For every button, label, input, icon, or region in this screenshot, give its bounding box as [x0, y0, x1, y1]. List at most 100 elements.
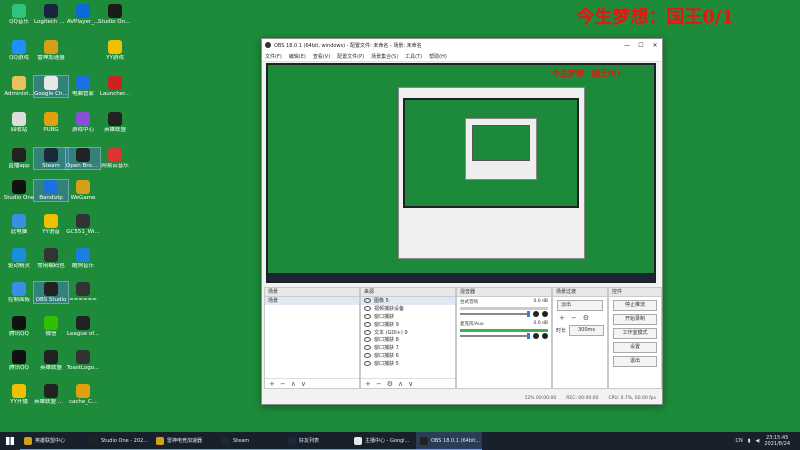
source-item[interactable]: 窗口捕获 8 — [361, 336, 455, 344]
eye-icon[interactable] — [364, 313, 371, 319]
move-down-icon[interactable]: ∨ — [408, 380, 413, 388]
desktop-icon[interactable]: Studio One 5 — [98, 4, 132, 25]
desktop-icon[interactable]: Open Broadcast... — [65, 147, 101, 170]
desktop-icon[interactable]: 游戏中心 — [66, 112, 100, 133]
desktop-icon[interactable]: Administ... — [2, 76, 36, 97]
desktop-icon[interactable]: PUBG — [34, 112, 68, 133]
scene-item[interactable]: 场景 — [265, 297, 359, 305]
desktop-icon[interactable]: 常用编码包 — [34, 248, 68, 269]
desktop-icon[interactable]: 此电脑 — [2, 214, 36, 235]
desktop-icon[interactable]: QQ音乐 — [2, 4, 36, 25]
obs-preview[interactable]: 今生梦想：国王0/1 — [266, 63, 656, 283]
taskbar-item[interactable]: 好友列表 — [284, 432, 350, 450]
eye-icon[interactable] — [364, 360, 371, 366]
transition-select[interactable]: 淡出 — [557, 300, 603, 311]
taskbar-item[interactable]: Steam — [218, 432, 284, 450]
obs-titlebar[interactable]: OBS 18.0.1 (64bit, windows) - 配置文件: 未命名 … — [262, 39, 662, 51]
volume-slider-knob[interactable] — [527, 333, 530, 339]
start-button[interactable] — [0, 432, 20, 450]
desktop-icon[interactable]: WeGame — [66, 180, 100, 201]
clock[interactable]: 23:15:45 2021/8/24 — [764, 435, 790, 447]
maximize-icon[interactable]: ☐ — [634, 42, 648, 49]
speaker-icon[interactable] — [533, 333, 539, 339]
taskbar-item[interactable]: Studio One - 202... — [86, 432, 152, 450]
taskbar-item[interactable]: 主播中心 - Googl... — [350, 432, 416, 450]
gear-icon[interactable]: ⚙ — [583, 314, 589, 322]
eye-icon[interactable] — [364, 329, 371, 335]
source-item[interactable]: 视频捕获设备 — [361, 305, 455, 313]
desktop-icon[interactable]: 腾讯QQ — [2, 316, 36, 337]
desktop-icon[interactable]: Google Chrome — [33, 75, 69, 98]
volume-slider-knob[interactable] — [527, 311, 530, 317]
stop-streaming-button[interactable]: 停止推流 — [613, 300, 657, 311]
taskbar-item[interactable]: 英雄联盟中心 — [20, 432, 86, 450]
desktop-icon[interactable]: Launcher... — [98, 76, 132, 97]
eye-icon[interactable] — [364, 337, 371, 343]
eye-icon[interactable] — [364, 352, 371, 358]
add-icon[interactable]: + — [269, 380, 275, 388]
source-item[interactable]: 窗口捕获 — [361, 313, 455, 321]
duration-input[interactable]: 300ms — [569, 325, 604, 336]
source-item[interactable]: 窗口捕获 6 — [361, 352, 455, 360]
source-item[interactable]: 窗口捕获 5 — [361, 359, 455, 367]
studio-mode-button[interactable]: 工作室模式 — [613, 328, 657, 339]
desktop-icon[interactable]: ====== — [66, 282, 100, 303]
remove-icon[interactable]: − — [376, 380, 382, 388]
desktop-icon[interactable]: 直播app — [2, 148, 36, 169]
speaker-icon[interactable] — [533, 311, 539, 317]
desktop-icon[interactable]: OBS Studio — [33, 281, 69, 304]
desktop-icon[interactable]: 微信 — [34, 316, 68, 337]
add-icon[interactable]: + — [365, 380, 371, 388]
desktop-icon[interactable]: YY游戏 — [98, 40, 132, 61]
network-icon[interactable]: ▮ — [748, 438, 751, 444]
desktop-icon[interactable]: YY语音 — [34, 214, 68, 235]
desktop-icon[interactable]: Studio One — [2, 180, 36, 201]
close-icon[interactable]: ✕ — [648, 42, 662, 49]
gear-icon[interactable] — [542, 311, 548, 317]
move-up-icon[interactable]: ∧ — [291, 380, 296, 388]
menu-scene-collection[interactable]: 场景集合(S) — [371, 53, 398, 60]
add-icon[interactable]: + — [559, 314, 565, 322]
desktop-icon[interactable]: AVPlayer_... — [66, 4, 100, 25]
desktop-icon[interactable]: 英雄联盟 — [98, 112, 132, 133]
eye-icon[interactable] — [364, 298, 371, 304]
language-indicator[interactable]: CN — [736, 438, 743, 444]
desktop-icon[interactable]: 电脑管家 — [66, 76, 100, 97]
desktop-icon[interactable]: 网易云音乐 — [98, 148, 132, 169]
taskbar-item[interactable]: OBS 18.0.1 (64bit... — [416, 432, 482, 450]
remove-icon[interactable]: − — [571, 314, 577, 322]
desktop-icon[interactable]: GC551_Wi... — [66, 214, 100, 235]
source-item[interactable]: 窗口捕获 9 — [361, 320, 455, 328]
desktop-icon[interactable]: 回收站 — [2, 112, 36, 133]
desktop-icon[interactable]: ToastLogo... — [66, 350, 100, 371]
volume-icon[interactable]: ◀ — [756, 438, 760, 444]
volume-slider[interactable] — [460, 311, 530, 317]
gear-icon[interactable] — [542, 333, 548, 339]
desktop-icon[interactable]: cache_C... — [66, 384, 100, 405]
gear-icon[interactable]: ⚙ — [387, 380, 393, 388]
desktop-icon[interactable]: YY开播 — [2, 384, 36, 405]
menu-edit[interactable]: 编辑(E) — [289, 53, 306, 60]
desktop-icon[interactable]: 驱动精灵 — [2, 248, 36, 269]
move-up-icon[interactable]: ∧ — [398, 380, 403, 388]
menu-help[interactable]: 帮助(H) — [429, 53, 447, 60]
desktop-icon[interactable]: 英雄联盟 — [34, 350, 68, 371]
desktop-icon[interactable]: League of... — [66, 316, 100, 337]
desktop-icon[interactable]: Steam — [33, 147, 69, 170]
minimize-icon[interactable]: — — [620, 42, 634, 49]
settings-button[interactable]: 设置 — [613, 342, 657, 353]
desktop-icon[interactable]: 雷神加速器 — [34, 40, 68, 61]
menu-file[interactable]: 文件(F) — [265, 53, 282, 60]
desktop-icon[interactable]: Logitech 游戏软件 — [34, 4, 68, 25]
volume-slider[interactable] — [460, 333, 530, 339]
source-item[interactable]: 文本 (GDI+) 9 — [361, 328, 455, 336]
desktop-icon[interactable]: Bandizip — [33, 179, 69, 202]
desktop-icon[interactable]: 酷狗音乐 — [66, 248, 100, 269]
menu-tools[interactable]: 工具(T) — [405, 53, 422, 60]
eye-icon[interactable] — [364, 306, 371, 312]
desktop-icon[interactable]: QQ游戏 — [2, 40, 36, 61]
start-recording-button[interactable]: 开始录制 — [613, 314, 657, 325]
desktop-icon[interactable]: 腾讯QQ — [2, 350, 36, 371]
exit-button[interactable]: 退出 — [613, 356, 657, 367]
eye-icon[interactable] — [364, 345, 371, 351]
